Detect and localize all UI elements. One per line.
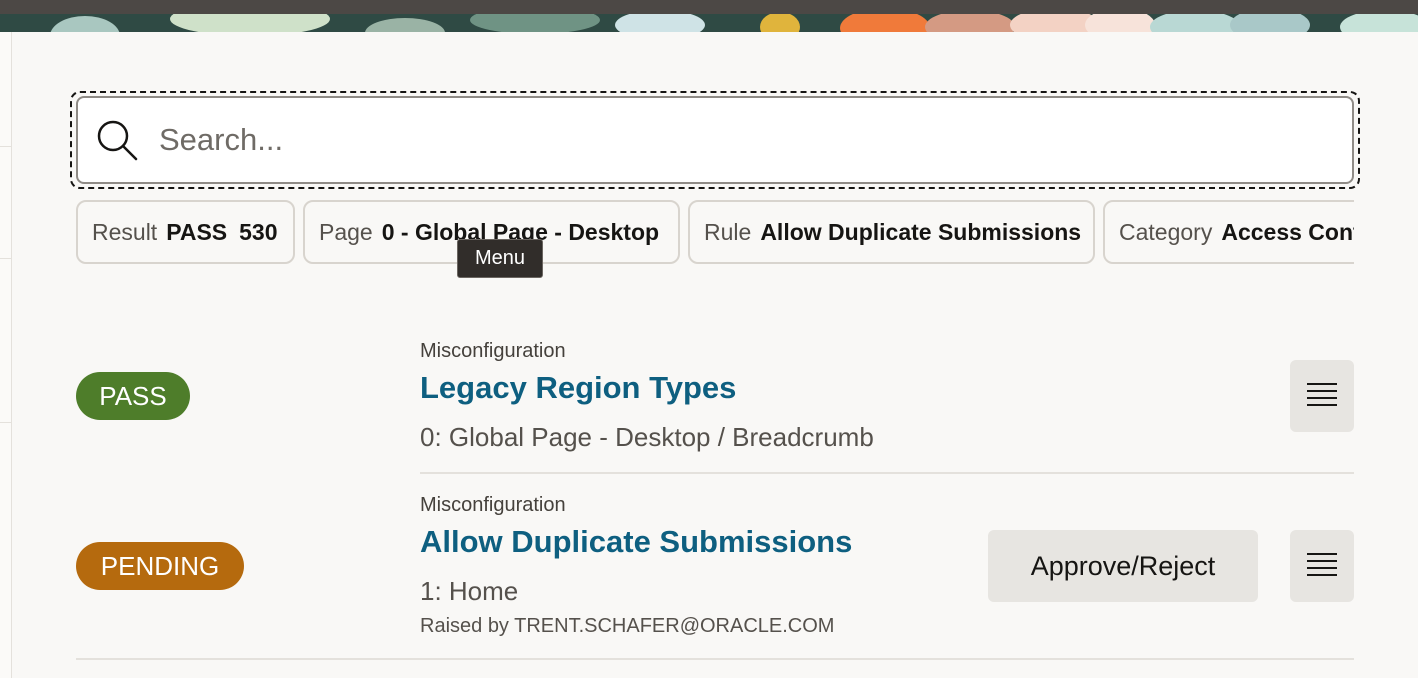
status-badge: PASS xyxy=(76,372,190,420)
filter-chips: Result PASS 530 Page 0 - Global Page - D… xyxy=(76,200,1354,264)
result-title-link[interactable]: Legacy Region Types xyxy=(420,370,736,406)
row-divider xyxy=(76,658,1354,660)
status-badge: PENDING xyxy=(76,542,244,590)
result-location: 1: Home xyxy=(420,576,519,606)
filter-value: PASS xyxy=(166,218,228,245)
approve-reject-button[interactable]: Approve/Reject xyxy=(988,530,1258,602)
filter-value: Allow Duplicate Submissions xyxy=(760,218,1082,245)
search-box[interactable] xyxy=(76,96,1354,184)
filter-chip-category[interactable]: Category Access Control xyxy=(1103,200,1354,264)
result-row: PASS Misconfiguration Legacy Region Type… xyxy=(76,330,1354,470)
row-menu-button[interactable] xyxy=(1290,360,1354,432)
hamburger-menu-icon xyxy=(1307,382,1337,411)
filter-value: Access Control xyxy=(1221,218,1354,245)
filter-count: 530 xyxy=(239,218,278,245)
search-icon xyxy=(95,118,139,162)
top-bar xyxy=(0,0,1418,14)
filter-key: Page xyxy=(319,218,373,245)
filter-chip-result[interactable]: Result PASS 530 xyxy=(76,200,295,264)
left-rail xyxy=(0,32,12,678)
hamburger-menu-icon xyxy=(1307,552,1337,581)
filter-key: Category xyxy=(1119,218,1213,245)
raised-by: Raised by TRENT.SCHAFER@ORACLE.COM xyxy=(420,615,835,637)
filter-key: Rule xyxy=(704,218,752,245)
result-category: Misconfiguration xyxy=(420,340,566,362)
search-input[interactable] xyxy=(159,110,1309,170)
result-location: 0: Global Page - Desktop / Breadcrumb xyxy=(420,422,874,452)
filter-key: Result xyxy=(92,218,158,245)
filter-chip-rule[interactable]: Rule Allow Duplicate Submissions xyxy=(688,200,1095,264)
decorative-banner xyxy=(0,14,1418,32)
row-menu-button[interactable] xyxy=(1290,530,1354,602)
menu-tooltip: Menu xyxy=(457,239,543,278)
result-title-link[interactable]: Allow Duplicate Submissions xyxy=(420,524,852,560)
result-row: PENDING Misconfiguration Allow Duplicate… xyxy=(76,484,1354,654)
row-divider xyxy=(420,472,1354,474)
result-category: Misconfiguration xyxy=(420,494,566,516)
